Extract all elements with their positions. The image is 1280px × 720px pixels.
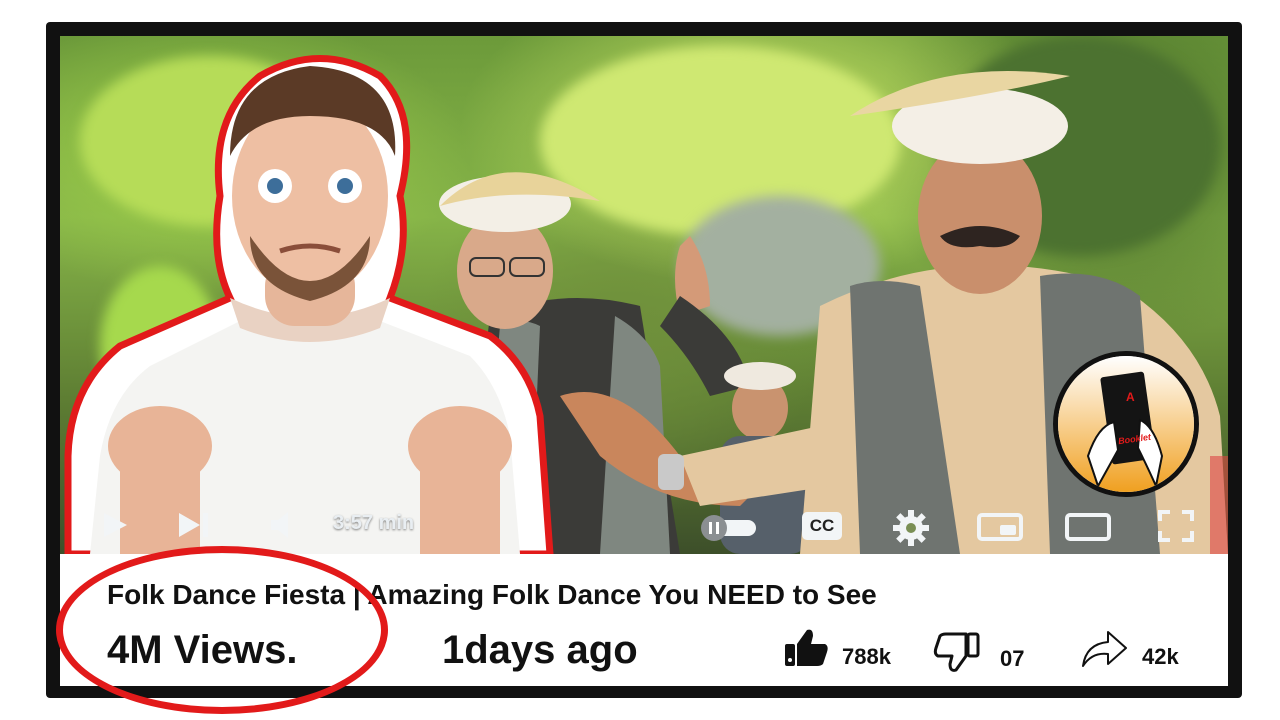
- upload-date: 1days ago: [442, 628, 638, 672]
- like-button[interactable]: [783, 626, 831, 673]
- share-button[interactable]: [1080, 628, 1128, 675]
- video-player[interactable]: 3:57 min CC: [60, 36, 1228, 554]
- presenter-cutout: [64, 55, 554, 554]
- next-button[interactable]: [176, 510, 212, 545]
- booklet-logo-icon: [1058, 356, 1194, 492]
- fullscreen-icon: [1158, 510, 1194, 542]
- logo-letter: A: [1126, 390, 1135, 404]
- highlight-circle: [56, 546, 388, 714]
- dislike-count: 07: [1000, 646, 1025, 671]
- autoplay-toggle[interactable]: [700, 512, 758, 547]
- share-count: 42k: [1142, 644, 1179, 669]
- play-button[interactable]: [100, 510, 130, 545]
- gear-icon: [893, 510, 929, 546]
- dislike-button[interactable]: [932, 632, 980, 679]
- volume-button[interactable]: [268, 510, 298, 545]
- share-icon: [1082, 631, 1127, 667]
- autoplay-toggle-icon: [701, 515, 756, 541]
- play-icon: [104, 513, 127, 537]
- miniplayer-button[interactable]: [976, 512, 1024, 547]
- fullscreen-button[interactable]: [1156, 508, 1196, 549]
- volume-icon: [271, 512, 288, 538]
- thumbs-down-icon: [933, 632, 980, 672]
- thumbs-up-icon: [785, 629, 828, 666]
- miniplayer-icon: [977, 513, 1023, 541]
- duration-label: 3:57 min: [333, 512, 415, 534]
- theater-mode-button[interactable]: [1064, 512, 1112, 547]
- like-count: 788k: [842, 644, 891, 669]
- cc-icon: CC: [802, 512, 842, 540]
- channel-logo[interactable]: A Booklet: [1053, 351, 1199, 497]
- theater-icon: [1065, 513, 1111, 541]
- next-icon: [179, 513, 208, 537]
- settings-button[interactable]: [891, 508, 931, 553]
- subtitles-button[interactable]: CC: [802, 512, 842, 540]
